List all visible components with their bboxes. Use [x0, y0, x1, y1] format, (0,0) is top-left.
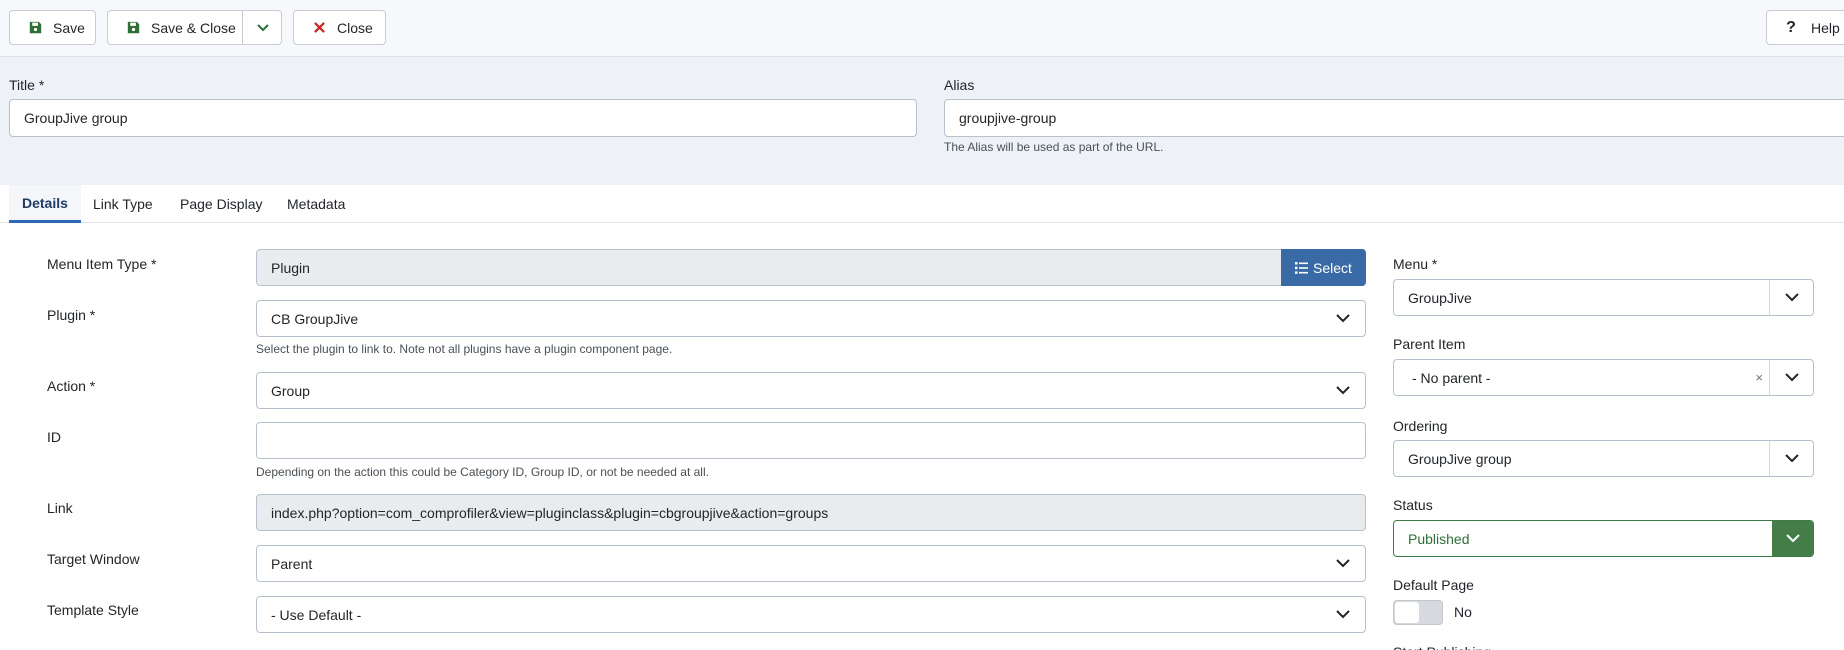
toggle-knob [1395, 602, 1419, 623]
menu-item-type-label: Menu Item Type * [47, 256, 157, 272]
question-icon: ? [1786, 18, 1796, 36]
chevron-down-icon [1772, 521, 1813, 556]
status-select[interactable]: Published [1393, 520, 1814, 557]
save-button-label: Save [53, 19, 85, 36]
save-icon [125, 20, 141, 36]
close-icon [311, 20, 327, 36]
default-page-toggle[interactable] [1393, 600, 1443, 625]
chevron-down-icon [1321, 373, 1365, 408]
tab-bar: Details Link Type Page Display Metadata [0, 185, 1844, 223]
tab-details[interactable]: Details [9, 185, 81, 223]
status-value: Published [1408, 530, 1470, 547]
chevron-down-icon [1769, 360, 1813, 395]
target-window-select[interactable]: Parent [256, 545, 1366, 582]
link-label: Link [47, 500, 73, 516]
save-button[interactable]: Save [9, 10, 96, 45]
plugin-hint: Select the plugin to link to. Note not a… [256, 342, 673, 356]
select-button[interactable]: Select [1281, 249, 1366, 286]
default-page-value: No [1454, 604, 1472, 620]
target-window-label: Target Window [47, 551, 140, 567]
tab-page-display[interactable]: Page Display [167, 185, 276, 223]
chevron-down-icon [1769, 441, 1813, 476]
menu-item-type-value: Plugin [271, 259, 310, 276]
template-style-label: Template Style [47, 602, 139, 618]
chevron-down-icon [1769, 280, 1813, 315]
save-icon [27, 20, 43, 36]
toolbar: Save Save & Close Close ? Help [0, 0, 1844, 57]
id-label: ID [47, 429, 61, 445]
template-style-value: - Use Default - [271, 606, 362, 623]
target-window-value: Parent [271, 555, 313, 572]
template-style-select[interactable]: - Use Default - [256, 596, 1366, 633]
parent-item-label: Parent Item [1393, 336, 1466, 352]
menu-item-type-field: Plugin Select [256, 249, 1366, 286]
save-close-button-label: Save & Close [151, 19, 236, 36]
id-input[interactable] [256, 422, 1366, 459]
title-input[interactable]: GroupJive group [9, 99, 917, 137]
status-label: Status [1393, 497, 1433, 513]
ordering-select[interactable]: GroupJive group [1393, 440, 1814, 477]
alias-input[interactable]: groupjive-group [944, 99, 1844, 137]
menu-label: Menu * [1393, 256, 1438, 272]
help-button[interactable]: ? Help [1766, 10, 1844, 45]
plugin-select[interactable]: CB GroupJive [256, 300, 1366, 337]
list-icon [1295, 261, 1309, 274]
alias-hint: The Alias will be used as part of the UR… [944, 140, 1164, 154]
menu-select[interactable]: GroupJive [1393, 279, 1814, 316]
plugin-label: Plugin * [47, 307, 96, 323]
id-hint: Depending on the action this could be Ca… [256, 465, 709, 479]
action-label: Action * [47, 378, 96, 394]
parent-item-select[interactable]: - No parent - × [1393, 359, 1814, 396]
close-button[interactable]: Close [293, 10, 386, 45]
start-publishing-label: Start Publishing [1393, 644, 1491, 650]
save-dropdown-toggle[interactable] [243, 11, 282, 44]
action-value: Group [271, 382, 310, 399]
tab-link-type[interactable]: Link Type [80, 185, 166, 223]
chevron-down-icon [1321, 546, 1365, 581]
chevron-down-icon [1321, 597, 1365, 632]
parent-item-value: - No parent - [1412, 369, 1491, 386]
close-button-label: Close [337, 19, 373, 36]
alias-label: Alias [944, 77, 975, 93]
action-select[interactable]: Group [256, 372, 1366, 409]
help-button-label: Help [1811, 19, 1840, 36]
title-label: Title * [9, 77, 45, 93]
default-page-label: Default Page [1393, 577, 1474, 593]
clear-icon[interactable]: × [1755, 370, 1763, 385]
menu-value: GroupJive [1408, 289, 1472, 306]
tab-metadata[interactable]: Metadata [274, 185, 358, 223]
save-close-button[interactable]: Save & Close [107, 10, 282, 45]
chevron-down-icon [1321, 301, 1365, 336]
link-field: index.php?option=com_comprofiler&view=pl… [256, 494, 1366, 531]
ordering-label: Ordering [1393, 418, 1448, 434]
chevron-down-icon [256, 23, 269, 31]
ordering-value: GroupJive group [1408, 450, 1512, 467]
plugin-value: CB GroupJive [271, 310, 359, 327]
select-button-label: Select [1313, 259, 1352, 276]
